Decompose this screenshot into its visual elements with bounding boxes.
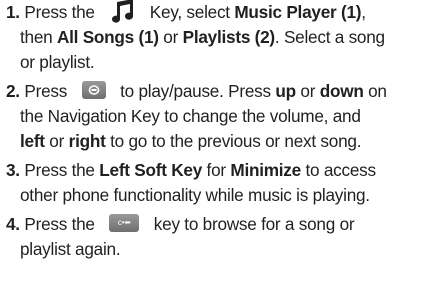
step-text: Press the	[24, 2, 100, 22]
step-number: 3.	[6, 160, 20, 180]
ok-key-icon	[81, 81, 106, 100]
step-3: 3. Press the Left Soft Key for Minimize …	[6, 160, 376, 205]
step-number: 4.	[6, 214, 20, 234]
step-4: 4. Press the c•⬅ key to browse for a son…	[6, 214, 355, 259]
up-label: up	[275, 81, 296, 101]
instruction-steps: 1. Press the Key, select Music Player (1…	[0, 0, 433, 292]
left-soft-key-label: Left Soft Key	[99, 160, 203, 180]
playlists-label: Playlists (2)	[182, 27, 276, 48]
right-label: right	[68, 131, 106, 151]
step-1: 1. Press the Key, select Music Player (1…	[6, 0, 426, 75]
step-number: 1.	[6, 2, 20, 22]
clear-key-icon: c•⬅	[109, 214, 140, 233]
step-2: 2. Press to play/pause. Press up or down…	[6, 81, 387, 151]
step-text: Key, select	[145, 2, 235, 22]
left-label: left	[20, 131, 45, 151]
music-player-label: Music Player (1)	[234, 2, 362, 22]
all-songs-label: All Songs (1)	[56, 27, 159, 48]
down-label: down	[319, 81, 364, 101]
minimize-label: Minimize	[230, 160, 301, 180]
step-number: 2.	[6, 81, 20, 101]
music-note-icon	[109, 0, 135, 24]
